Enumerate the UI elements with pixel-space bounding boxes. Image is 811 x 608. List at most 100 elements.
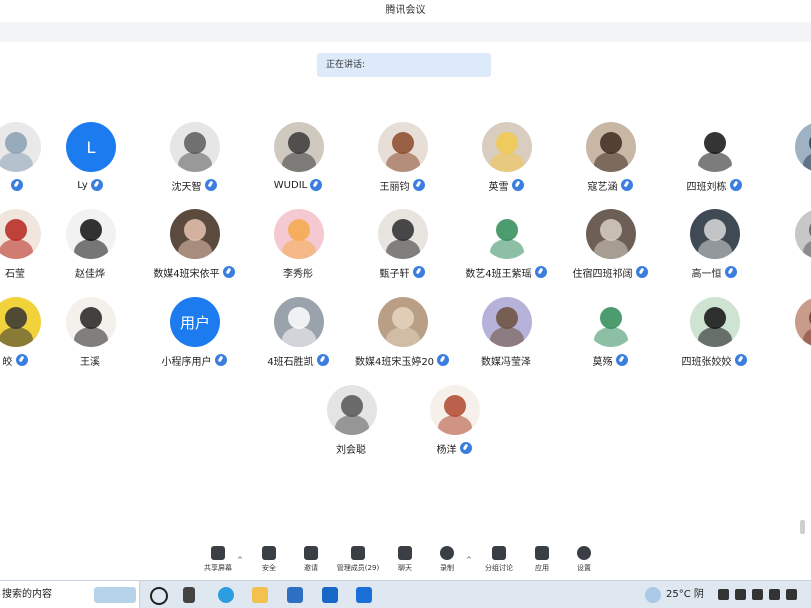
participant-tile[interactable]: 贾 [769,209,811,289]
avatar-figure [496,219,518,241]
toolbar-button-label: 录制 [440,564,454,572]
participant-name: 寇艺涵 [587,181,618,193]
avatar-figure-body [438,415,472,435]
participant-avatar[interactable] [0,297,41,347]
participant-avatar[interactable] [274,297,324,347]
avatar-figure-body [178,239,212,259]
avatar-figure [496,132,518,154]
record-caret-icon[interactable]: ^ [466,556,472,564]
file-explorer-icon[interactable] [252,587,268,603]
participant-name: 李秀彤 [283,268,313,280]
avatar-figure [496,307,518,329]
participant-name: 王丽钧 [379,181,410,193]
participant-avatar[interactable] [586,209,636,259]
participant-name: 甄子轩 [379,268,410,280]
avatar-figure [392,219,414,241]
participant-name: 小程序用户 [161,356,212,368]
share-screen-caret-icon[interactable]: ^ [237,556,243,564]
breakout-icon [492,546,506,560]
shield-icon [262,546,276,560]
wifi-icon[interactable] [786,589,797,600]
avatar-figure-body [386,239,420,259]
participant-avatar[interactable] [586,122,636,172]
participant-avatar[interactable] [170,209,220,259]
meeting-header-bar [0,22,811,42]
participant-name: 刘会聪 [336,444,366,456]
participant-avatar[interactable] [66,209,116,259]
toolbar-button[interactable]: 设置 [559,546,609,573]
participant-avatar[interactable] [690,209,740,259]
participant-avatar[interactable] [795,297,811,347]
tencent-meeting-app-icon[interactable] [356,587,372,603]
avatar-figure-body [803,327,811,347]
participant-name-row: 贾 [739,265,811,279]
chevron-up-icon[interactable] [718,589,729,600]
mic-muted-icon [412,179,425,191]
participant-avatar[interactable] [482,209,532,259]
toolbar-button[interactable]: 管理成员(29) [328,546,388,573]
mail-icon[interactable] [287,587,303,603]
participant-avatar[interactable] [66,297,116,347]
participant-avatar[interactable] [274,122,324,172]
grid-scroll-handle[interactable] [800,520,805,534]
volume-icon[interactable] [769,589,780,600]
participant-tile[interactable]: 杨洋 [404,385,504,465]
participant-avatar[interactable] [690,122,740,172]
participant-name: 高一恒 [691,268,722,280]
weather-text[interactable]: 25°C 阴 [666,581,704,608]
participant-name: 数媒4班宋依平 [153,268,220,280]
participant-name: 赵佳烨 [75,268,105,280]
participant-name-row: k [739,353,811,367]
edge-browser-icon[interactable] [218,587,234,603]
window-title-bar: 腾讯会议 [0,0,811,22]
avatar-figure [184,132,206,154]
mic-muted-icon [620,179,633,191]
participant-avatar[interactable]: 用户 [170,297,220,347]
network-icon[interactable] [735,589,746,600]
participant-avatar[interactable] [795,122,811,172]
task-view-icon[interactable] [183,587,195,603]
participant-avatar[interactable] [795,209,811,259]
participant-avatar[interactable] [378,122,428,172]
toolbar-button[interactable]: 录制 [422,546,472,573]
participant-avatar[interactable] [690,297,740,347]
participant-avatar[interactable] [482,122,532,172]
avatar-figure-body [0,327,33,347]
toolbar-button[interactable]: 共享屏幕 [193,546,243,573]
participant-avatar[interactable] [0,122,41,172]
participant-avatar[interactable] [378,297,428,347]
participant-name: 住宿四班祁阔 [572,268,633,280]
participant-avatar[interactable] [0,209,41,259]
avatar-figure-body [594,152,628,172]
participant-name: 数艺4班王紫瑶 [465,268,532,280]
participant-avatar[interactable] [274,209,324,259]
avatar-figure-body [803,239,811,259]
participant-avatar[interactable] [170,122,220,172]
participant-avatar[interactable] [482,297,532,347]
avatar-figure-body [594,327,628,347]
toolbar-button-label: 共享屏幕 [204,564,232,572]
mic-muted-icon [412,266,425,278]
members-icon [351,546,365,560]
toolbar-button-label: 管理成员(29) [336,564,380,572]
search-highlight-icon [94,587,136,603]
apps-icon [535,546,549,560]
participant-avatar[interactable] [378,209,428,259]
avatar-figure [5,307,27,329]
task-view-circle-icon[interactable] [150,587,168,605]
participant-avatar[interactable] [430,385,480,435]
avatar-figure-body [698,152,732,172]
avatar-figure-body [490,239,524,259]
battery-icon[interactable] [752,589,763,600]
participant-tile[interactable]: k [769,297,811,377]
participant-avatar[interactable] [327,385,377,435]
participant-avatar[interactable]: L [66,122,116,172]
participant-tile[interactable]: 陈 [769,122,811,202]
speaking-label: 正在讲话: [326,60,366,70]
tencent-video-icon[interactable] [322,587,338,603]
participant-name: WUDIL [273,179,308,191]
avatar-figure-body [0,239,33,259]
participant-avatar[interactable] [586,297,636,347]
mic-muted-icon [310,179,323,191]
taskbar-search-text: 搜索的内容 [2,589,52,600]
